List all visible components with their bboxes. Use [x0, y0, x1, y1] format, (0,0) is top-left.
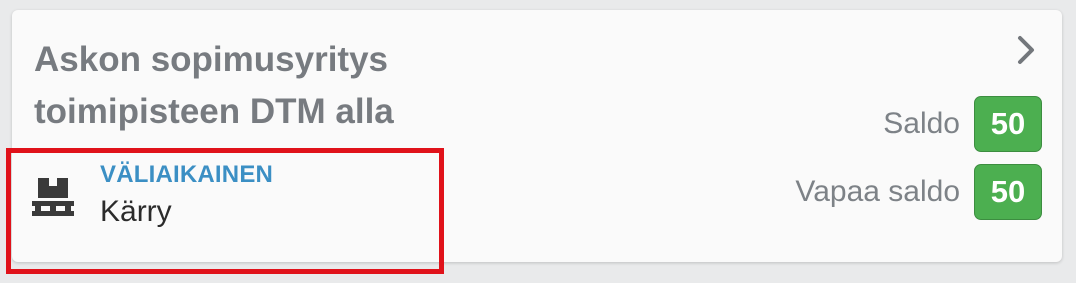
card-title: Askon sopimusyritys toimipisteen DTM all…	[34, 40, 394, 131]
product-info: VÄLIAIKAINEN Kärry	[30, 158, 420, 238]
chevron-right-icon[interactable]	[1010, 34, 1042, 66]
status-label: VÄLIAIKAINEN	[100, 161, 274, 188]
balance-badge: 50	[974, 164, 1042, 220]
balance-badge: 50	[974, 96, 1042, 152]
product-name: Kärry	[100, 195, 172, 228]
balance-label: Vapaa saldo	[795, 175, 960, 208]
pallet-icon	[30, 174, 76, 218]
balance-row-vapaa-saldo: Vapaa saldo 50	[795, 163, 1042, 221]
item-card[interactable]: Askon sopimusyritys toimipisteen DTM all…	[12, 10, 1062, 262]
balance-row-saldo: Saldo 50	[883, 95, 1042, 153]
balance-label: Saldo	[883, 107, 960, 140]
